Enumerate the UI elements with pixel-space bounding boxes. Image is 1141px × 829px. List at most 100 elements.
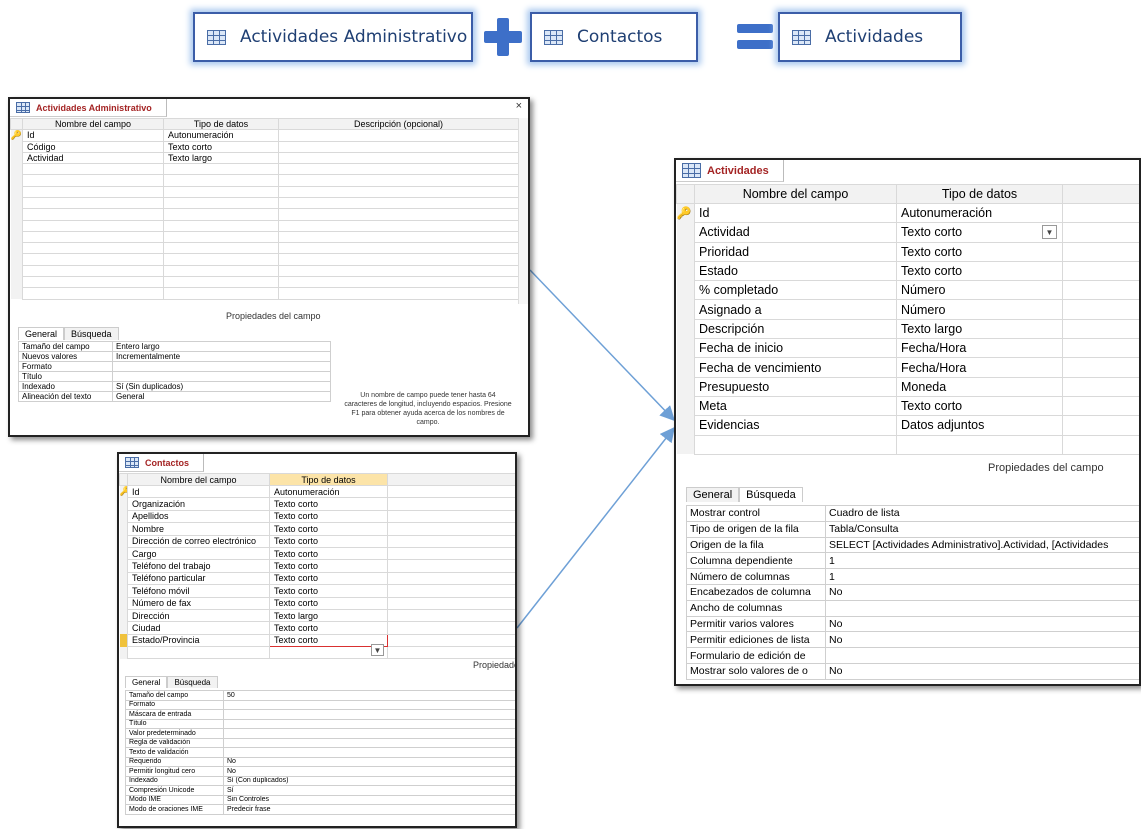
data-type-cell[interactable]: Texto corto: [269, 596, 388, 610]
table-row[interactable]: Fecha de inicio Fecha/Hora: [676, 338, 1139, 359]
property-value[interactable]: [825, 599, 1139, 617]
property-value[interactable]: No: [223, 766, 515, 777]
data-type-cell[interactable]: [163, 230, 279, 244]
data-type-cell[interactable]: [163, 276, 279, 289]
data-type-cell[interactable]: Texto corto: [896, 241, 1063, 262]
data-type-cell[interactable]: Texto corto: [269, 584, 388, 598]
field-name-cell[interactable]: Estado: [694, 260, 897, 282]
property-value[interactable]: General: [112, 391, 331, 402]
row-selector[interactable]: 🔑: [676, 203, 695, 223]
row-selector[interactable]: [676, 319, 695, 339]
data-type-cell[interactable]: [163, 196, 279, 210]
data-type-cell[interactable]: [163, 185, 279, 198]
field-name-cell[interactable]: Estado/Provincia: [127, 633, 270, 648]
data-type-cell[interactable]: Texto largo: [163, 151, 279, 165]
field-name-cell[interactable]: Teléfono móvil: [127, 584, 270, 598]
row-selector[interactable]: [10, 276, 23, 288]
table-row[interactable]: 🔑IdAutonumeración: [10, 129, 519, 142]
property-value[interactable]: [223, 728, 515, 739]
field-name-cell[interactable]: Dirección de correo electrónico: [127, 534, 270, 548]
data-type-cell[interactable]: Texto corto: [896, 260, 1063, 282]
description-cell[interactable]: [278, 208, 519, 221]
row-selector[interactable]: [676, 357, 695, 378]
table-row[interactable]: Descripción Texto largo: [676, 318, 1139, 340]
table-row[interactable]: Apellidos Texto corto: [119, 509, 515, 524]
row-selector[interactable]: [676, 396, 695, 416]
description-cell[interactable]: [1062, 338, 1139, 359]
field-name-cell[interactable]: Prioridad: [694, 241, 897, 262]
empty-row[interactable]: [10, 276, 519, 289]
table-row[interactable]: Actividad Texto corto: [676, 222, 1139, 243]
field-name-cell[interactable]: Nombre: [127, 522, 270, 536]
row-selector[interactable]: [119, 497, 128, 511]
field-name-cell[interactable]: Ciudad: [127, 621, 270, 635]
description-cell[interactable]: [387, 534, 515, 548]
data-type-cell[interactable]: [163, 163, 279, 176]
field-name-cell[interactable]: [22, 163, 164, 176]
row-selector[interactable]: [119, 597, 128, 610]
description-cell[interactable]: [278, 140, 519, 153]
data-type-cell[interactable]: Moneda: [896, 376, 1063, 397]
field-name-cell[interactable]: [694, 434, 897, 455]
property-value[interactable]: Incrementalmente: [112, 351, 331, 362]
data-type-cell[interactable]: Autonumeración: [163, 129, 279, 142]
description-cell[interactable]: [1062, 318, 1139, 340]
description-cell[interactable]: [278, 129, 519, 142]
data-type-cell[interactable]: Autonumeración: [896, 202, 1063, 224]
field-name-cell[interactable]: Organización: [127, 497, 270, 511]
data-type-cell[interactable]: Datos adjuntos: [896, 415, 1063, 436]
table-row[interactable]: Dirección de correo electrónico Texto cor…: [119, 534, 515, 548]
empty-row[interactable]: [10, 208, 519, 221]
row-selector[interactable]: [10, 208, 23, 221]
description-cell[interactable]: [387, 646, 515, 660]
empty-row[interactable]: [676, 434, 1139, 455]
table-row[interactable]: Prioridad Texto corto: [676, 241, 1139, 262]
property-value[interactable]: Sí: [223, 785, 515, 796]
description-cell[interactable]: [278, 185, 519, 198]
row-selector[interactable]: [119, 559, 128, 573]
field-name-cell[interactable]: [22, 219, 164, 232]
tab-actividades-administrativo[interactable]: Actividades Administrativo: [10, 99, 167, 117]
table-row[interactable]: Código Texto corto: [10, 140, 519, 153]
property-value[interactable]: No: [825, 631, 1139, 649]
field-name-cell[interactable]: Código: [22, 140, 164, 153]
property-value[interactable]: SELECT [Actividades Administrativo].Acti…: [825, 536, 1139, 554]
property-value[interactable]: Cuadro de lista: [825, 505, 1139, 522]
field-name-cell[interactable]: Actividad: [22, 151, 164, 165]
data-type-cell[interactable]: [163, 208, 279, 221]
description-cell[interactable]: [387, 633, 515, 648]
field-name-cell[interactable]: Id: [127, 484, 270, 499]
property-value[interactable]: Tabla/Consulta: [825, 520, 1139, 538]
description-cell[interactable]: [1062, 241, 1139, 262]
field-name-cell[interactable]: Apellidos: [127, 509, 270, 524]
description-cell[interactable]: [1062, 415, 1139, 436]
property-value[interactable]: [223, 737, 515, 748]
tab-general[interactable]: General: [125, 676, 168, 688]
field-name-cell[interactable]: [127, 646, 270, 660]
row-selector[interactable]: [119, 522, 128, 536]
description-cell[interactable]: [387, 596, 515, 610]
table-row[interactable]: Fecha de vencimiento Fecha/Hora: [676, 357, 1139, 378]
field-name-cell[interactable]: [22, 230, 164, 244]
property-value[interactable]: 1: [825, 568, 1139, 585]
field-name-cell[interactable]: [22, 242, 164, 255]
data-type-cell[interactable]: Texto corto: [896, 222, 1063, 243]
property-value[interactable]: No: [825, 615, 1139, 633]
table-row[interactable]: Organización Texto corto: [119, 497, 515, 511]
data-type-cell[interactable]: [896, 434, 1063, 455]
property-value[interactable]: 50: [223, 690, 515, 701]
description-cell[interactable]: [278, 253, 519, 266]
row-selector[interactable]: [119, 535, 128, 548]
field-name-cell[interactable]: Meta: [694, 395, 897, 417]
table-row[interactable]: Teléfono móvil Texto corto: [119, 584, 515, 598]
row-selector[interactable]: [676, 222, 695, 243]
row-selector[interactable]: [10, 220, 23, 232]
description-cell[interactable]: [278, 163, 519, 176]
data-type-cell[interactable]: [163, 242, 279, 255]
property-value[interactable]: [112, 371, 331, 382]
description-cell[interactable]: [387, 584, 515, 598]
field-name-cell[interactable]: [22, 208, 164, 221]
data-type-cell[interactable]: Texto corto: [269, 497, 388, 511]
row-selector[interactable]: [10, 197, 23, 209]
table-row[interactable]: Teléfono particular Texto corto: [119, 571, 515, 586]
